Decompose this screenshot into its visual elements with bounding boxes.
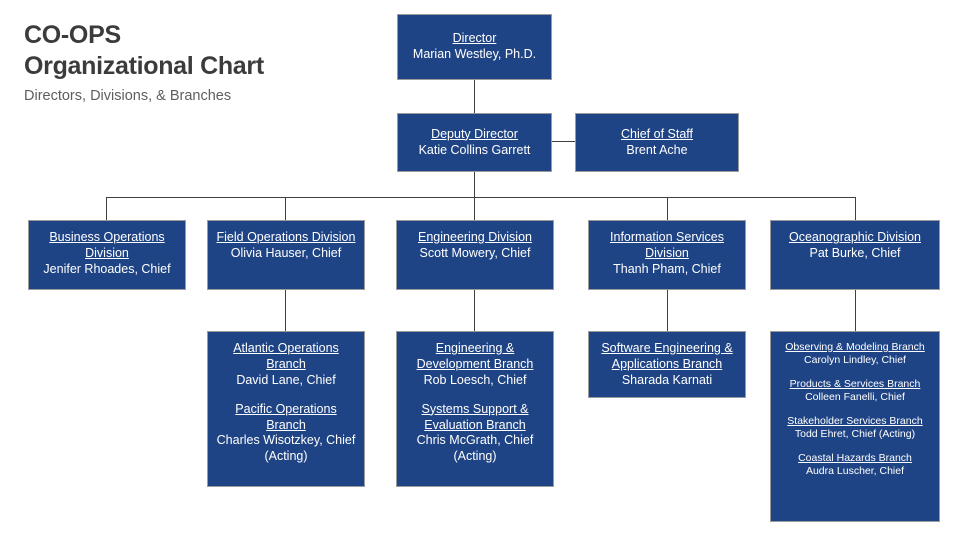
chart-title-block: CO-OPS Organizational Chart Directors, D…: [24, 20, 364, 107]
branch-chief: Sharada Karnati: [621, 372, 713, 387]
branch-title: Observing & Modeling Branch: [785, 341, 925, 353]
node-division-field-operations-name: Olivia Hauser, Chief: [230, 245, 342, 260]
node-division-engineering-title: Engineering Division: [418, 230, 532, 244]
branch-chief: Audra Luscher, Chief: [805, 465, 905, 478]
node-division-oceanographic-name: Pat Burke, Chief: [809, 245, 901, 260]
node-deputy-director[interactable]: Deputy Director Katie Collins Garrett: [397, 113, 552, 172]
branch-entry: Engineering & Development Branch Rob Loe…: [404, 341, 546, 389]
node-division-oceanographic[interactable]: Oceanographic Division Pat Burke, Chief: [770, 220, 940, 290]
branch-title: Pacific Operations Branch: [235, 401, 337, 432]
branch-entry: Systems Support & Evaluation Branch Chri…: [404, 402, 546, 466]
node-branches-field-operations[interactable]: Atlantic Operations Branch David Lane, C…: [207, 331, 365, 487]
node-branches-information-services[interactable]: Software Engineering & Applications Bran…: [588, 331, 746, 398]
node-chief-of-staff-title: Chief of Staff: [620, 126, 694, 141]
node-division-field-operations[interactable]: Field Operations Division Olivia Hauser,…: [207, 220, 365, 290]
connector-oceanographic-to-branches: [855, 290, 856, 331]
connector-division-bus: [106, 197, 855, 198]
node-division-field-operations-title: Field Operations Division: [216, 230, 356, 244]
node-division-business-operations-title: Business Operations Division: [49, 230, 165, 260]
node-division-information-services[interactable]: Information Services Division Thanh Pham…: [588, 220, 746, 290]
branch-entry: Products & Services Branch Colleen Fanel…: [778, 378, 932, 404]
branch-chief: Colleen Fanelli, Chief: [805, 391, 905, 404]
node-chief-of-staff-name: Brent Ache: [626, 142, 688, 157]
connector-director-to-deputy: [474, 80, 475, 113]
node-division-business-operations-name: Jenifer Rhoades, Chief: [43, 261, 171, 276]
branch-title: Coastal Hazards Branch: [798, 452, 912, 465]
branch-chief: Charles Wisotzkey, Chief (Acting): [216, 433, 356, 464]
connector-deputy-to-bus: [474, 172, 475, 198]
branch-chief: Rob Loesch, Chief: [423, 372, 527, 387]
connector-engineering-to-branches: [474, 290, 475, 331]
node-branches-engineering[interactable]: Engineering & Development Branch Rob Loe…: [396, 331, 554, 487]
branch-entry: Observing & Modeling Branch Carolyn Lind…: [778, 341, 932, 367]
node-director[interactable]: Director Marian Westley, Ph.D.: [397, 14, 552, 80]
branch-title: Atlantic Operations Branch: [233, 341, 339, 371]
node-deputy-director-title: Deputy Director: [431, 126, 518, 141]
branch-entry: Coastal Hazards Branch Audra Luscher, Ch…: [778, 452, 932, 478]
page-title-line-1: CO-OPS: [24, 21, 121, 49]
connector-bus-to-division-3: [474, 197, 475, 220]
node-deputy-director-name: Katie Collins Garrett: [418, 142, 531, 157]
page-title-line-2: Organizational Chart: [24, 52, 264, 80]
branch-title: Software Engineering & Applications Bran…: [601, 341, 733, 371]
node-division-business-operations[interactable]: Business Operations Division Jenifer Rho…: [28, 220, 186, 290]
branch-title: Engineering & Development Branch: [416, 341, 534, 371]
connector-information-services-to-branches: [667, 290, 668, 331]
node-branches-oceanographic[interactable]: Observing & Modeling Branch Carolyn Lind…: [770, 331, 940, 522]
branch-entry: Pacific Operations Branch Charles Wisotz…: [215, 402, 357, 466]
node-division-information-services-name: Thanh Pham, Chief: [613, 261, 721, 276]
org-chart: CO-OPS Organizational Chart Directors, D…: [0, 0, 960, 540]
connector-bus-to-division-1: [106, 197, 107, 220]
node-director-name: Marian Westley, Ph.D.: [412, 47, 537, 61]
branch-entry: Software Engineering & Applications Bran…: [596, 341, 738, 389]
connector-deputy-to-chief-of-staff: [551, 141, 575, 142]
node-director-title: Director: [452, 31, 497, 46]
branch-entry: Stakeholder Services Branch Todd Ehret, …: [778, 415, 932, 441]
page-subtitle: Directors, Divisions, & Branches: [24, 88, 232, 104]
connector-field-operations-to-branches: [285, 290, 286, 331]
branch-chief: David Lane, Chief: [236, 372, 336, 387]
branch-title: Stakeholder Services Branch: [787, 415, 923, 428]
node-division-engineering[interactable]: Engineering Division Scott Mowery, Chief: [396, 220, 554, 290]
branch-entry: Atlantic Operations Branch David Lane, C…: [215, 341, 357, 389]
node-division-information-services-title: Information Services Division: [610, 230, 724, 260]
branch-chief: Chris McGrath, Chief (Acting): [416, 433, 534, 464]
branch-chief: Todd Ehret, Chief (Acting): [794, 428, 916, 441]
node-chief-of-staff[interactable]: Chief of Staff Brent Ache: [575, 113, 739, 172]
connector-bus-to-division-5: [855, 197, 856, 220]
node-division-engineering-name: Scott Mowery, Chief: [419, 245, 531, 260]
node-division-oceanographic-title: Oceanographic Division: [788, 230, 921, 244]
connector-bus-to-division-2: [285, 197, 286, 220]
connector-bus-to-division-4: [667, 197, 668, 220]
branch-title: Systems Support & Evaluation Branch: [421, 401, 529, 432]
branch-title: Products & Services Branch: [789, 378, 921, 391]
branch-chief: Carolyn Lindley, Chief: [804, 354, 906, 367]
